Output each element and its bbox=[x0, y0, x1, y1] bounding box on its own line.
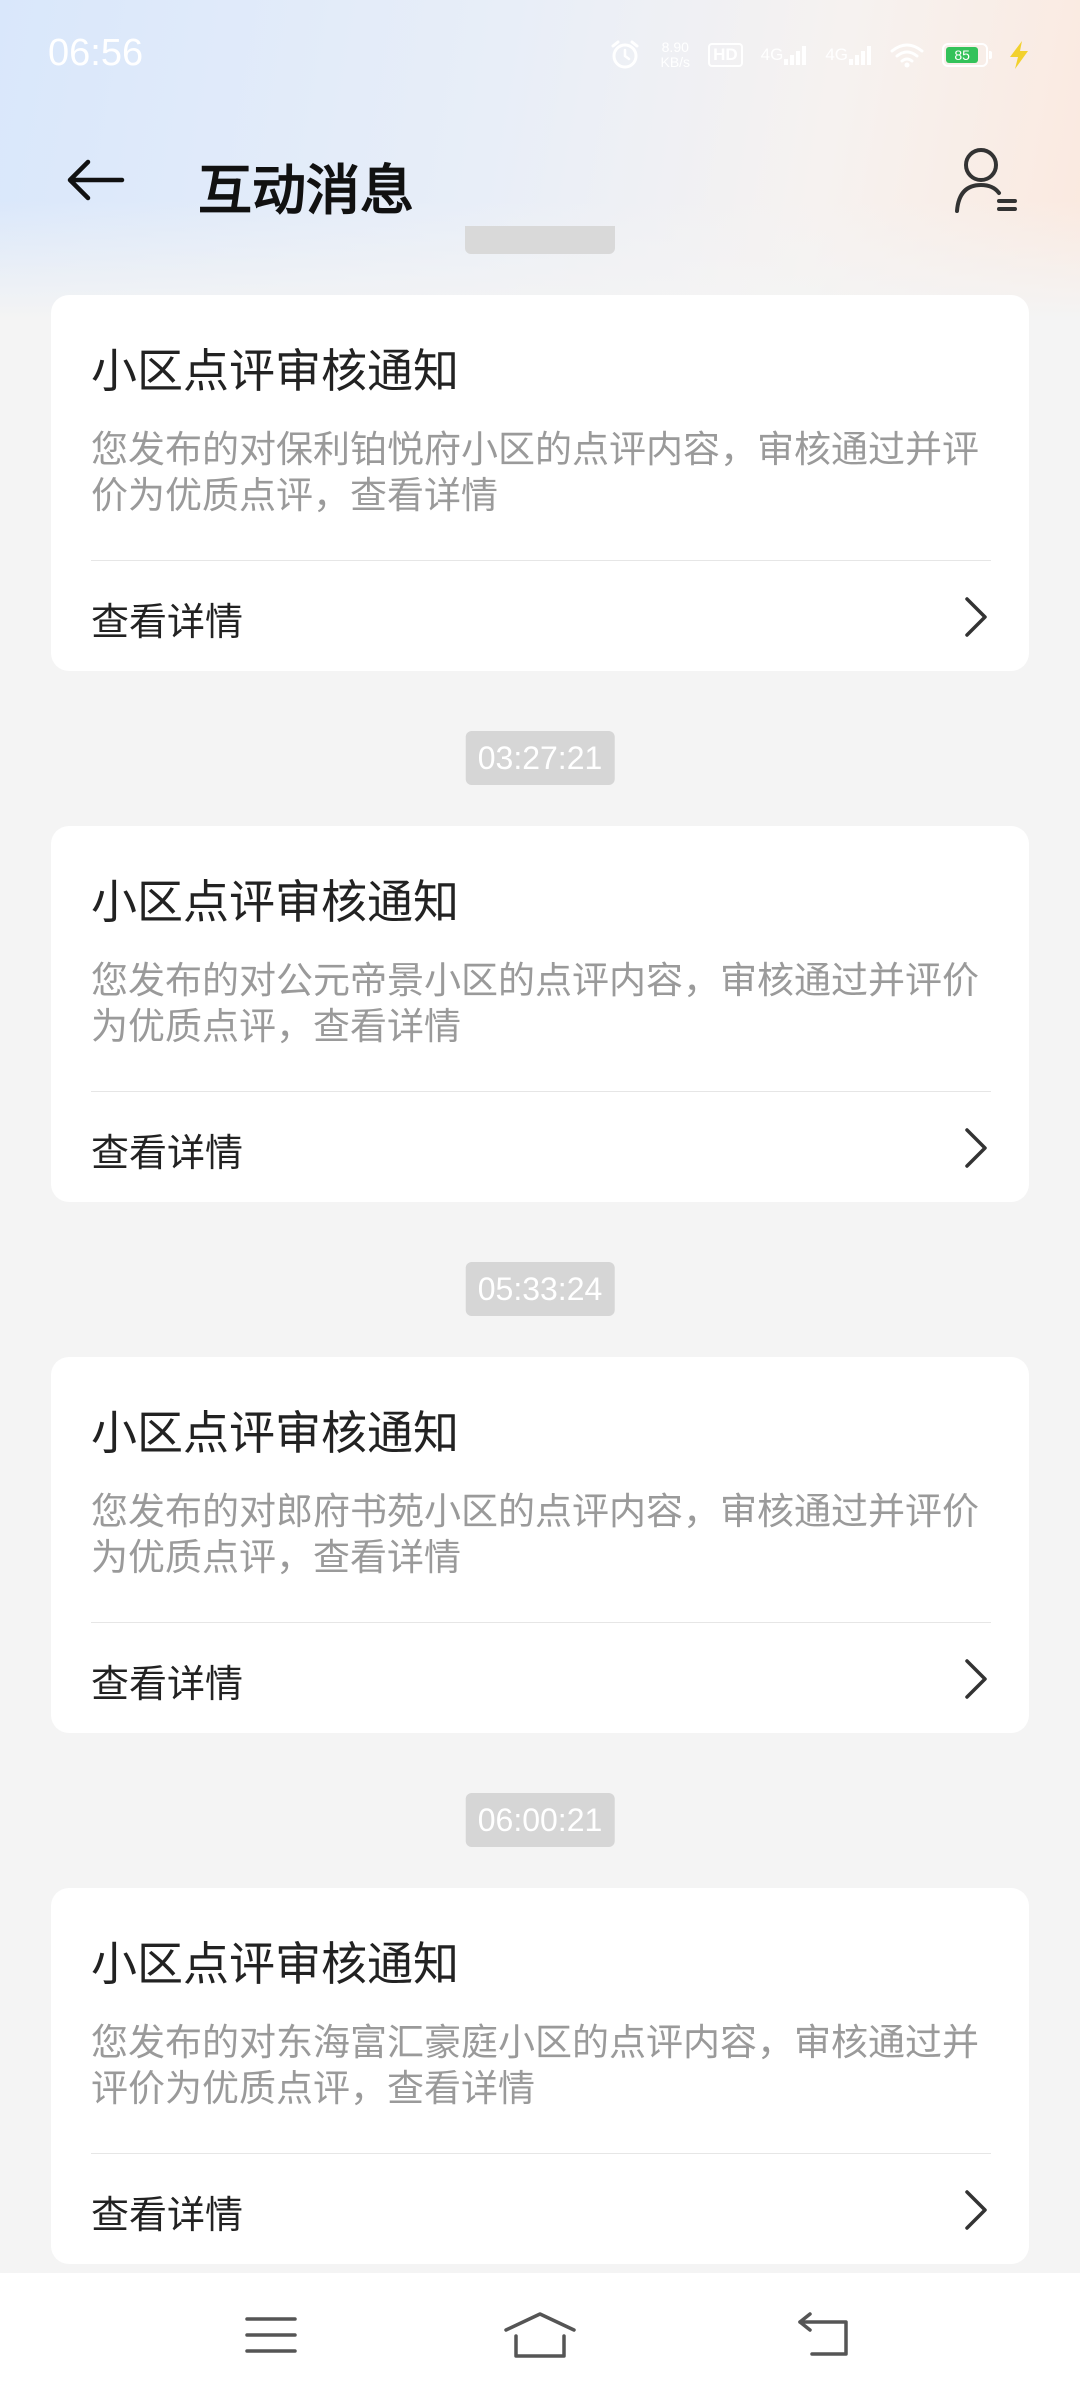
menu-icon bbox=[245, 2317, 297, 2353]
hd-icon: HD bbox=[708, 43, 743, 67]
back-button[interactable] bbox=[60, 148, 130, 212]
message-card: 小区点评审核通知 您发布的对东海富汇豪庭小区的点评内容，审核通过并评价为优质点评… bbox=[51, 1888, 1029, 2264]
message-card: 小区点评审核通知 您发布的对郎府书苑小区的点评内容，审核通过并评价为优质点评，查… bbox=[51, 1357, 1029, 1733]
message-desc: 您发布的对东海富汇豪庭小区的点评内容，审核通过并评价为优质点评，查看详情 bbox=[91, 2021, 979, 2110]
net-speed: 8.90 KB/s bbox=[660, 40, 690, 70]
page-title: 互动消息 bbox=[198, 159, 414, 222]
message-desc: 您发布的对公元帝景小区的点评内容，审核通过并评价为优质点评，查看详情 bbox=[91, 959, 979, 1048]
alarm-icon bbox=[608, 38, 642, 72]
battery-level: 85 bbox=[946, 47, 979, 63]
message-desc: 您发布的对郎府书苑小区的点评内容，审核通过并评价为优质点评，查看详情 bbox=[91, 1490, 979, 1579]
chevron-right-icon bbox=[965, 1128, 987, 1168]
status-bar: 06:56 8.90 KB/s HD 4G 4G 85 bbox=[0, 0, 1080, 110]
view-details-link[interactable]: 查看详情 bbox=[51, 561, 1029, 671]
message-title: 小区点评审核通知 bbox=[91, 1937, 459, 1991]
message-card: 小区点评审核通知 您发布的对保利铂悦府小区的点评内容，审核通过并评价为优质点评，… bbox=[51, 295, 1029, 671]
nav-bar: 互动消息 bbox=[0, 120, 1080, 240]
net-speed-unit: KB/s bbox=[660, 54, 691, 70]
back-icon bbox=[798, 2312, 848, 2356]
chevron-right-icon bbox=[965, 597, 987, 637]
home-icon bbox=[504, 2312, 576, 2358]
time-pill: 03:27:21 bbox=[465, 731, 615, 785]
battery-icon: 85 bbox=[942, 43, 992, 67]
time-pill: 06:00:21 bbox=[465, 1793, 615, 1847]
sim1-signal-icon: 4G bbox=[761, 44, 808, 66]
wifi-icon bbox=[890, 42, 924, 68]
time-pill: 05:33:24 bbox=[465, 1262, 615, 1316]
sim2-label: 4G bbox=[825, 45, 848, 64]
message-card: 小区点评审核通知 您发布的对公元帝景小区的点评内容，审核通过并评价为优质点评，查… bbox=[51, 826, 1029, 1202]
back-nav-button[interactable] bbox=[784, 2303, 864, 2367]
net-speed-value: 8.90 bbox=[661, 39, 689, 55]
system-nav-bar bbox=[0, 2273, 1080, 2400]
chevron-right-icon bbox=[965, 1659, 987, 1699]
view-details-link[interactable]: 查看详情 bbox=[51, 1092, 1029, 1202]
view-details-link[interactable]: 查看详情 bbox=[51, 2154, 1029, 2264]
partial-time-pill bbox=[465, 226, 615, 254]
message-desc: 您发布的对保利铂悦府小区的点评内容，审核通过并评价为优质点评，查看详情 bbox=[91, 428, 979, 517]
sim1-label: 4G bbox=[760, 45, 784, 64]
message-title: 小区点评审核通知 bbox=[91, 875, 459, 929]
status-icons: 8.90 KB/s HD 4G 4G 85 bbox=[608, 38, 1032, 72]
status-time: 06:56 bbox=[48, 32, 144, 74]
home-button[interactable] bbox=[500, 2303, 580, 2367]
user-settings-button[interactable] bbox=[948, 142, 1024, 218]
screen: 06:56 8.90 KB/s HD 4G 4G 85 互动消息 小区点评审核通… bbox=[0, 0, 1080, 2400]
view-details-label: 查看详情 bbox=[91, 600, 244, 644]
view-details-label: 查看详情 bbox=[91, 1131, 244, 1175]
message-title: 小区点评审核通知 bbox=[91, 344, 459, 398]
charging-icon bbox=[1006, 40, 1032, 70]
view-details-link[interactable]: 查看详情 bbox=[51, 1623, 1029, 1733]
arrow-left-icon bbox=[67, 159, 125, 201]
sim2-signal-icon: 4G bbox=[825, 44, 872, 66]
chevron-right-icon bbox=[965, 2190, 987, 2230]
view-details-label: 查看详情 bbox=[91, 2193, 244, 2237]
message-title: 小区点评审核通知 bbox=[91, 1406, 459, 1460]
menu-button[interactable] bbox=[231, 2303, 311, 2367]
user-settings-icon bbox=[955, 148, 1017, 213]
hd-label: HD bbox=[708, 43, 743, 67]
view-details-label: 查看详情 bbox=[91, 1662, 244, 1706]
